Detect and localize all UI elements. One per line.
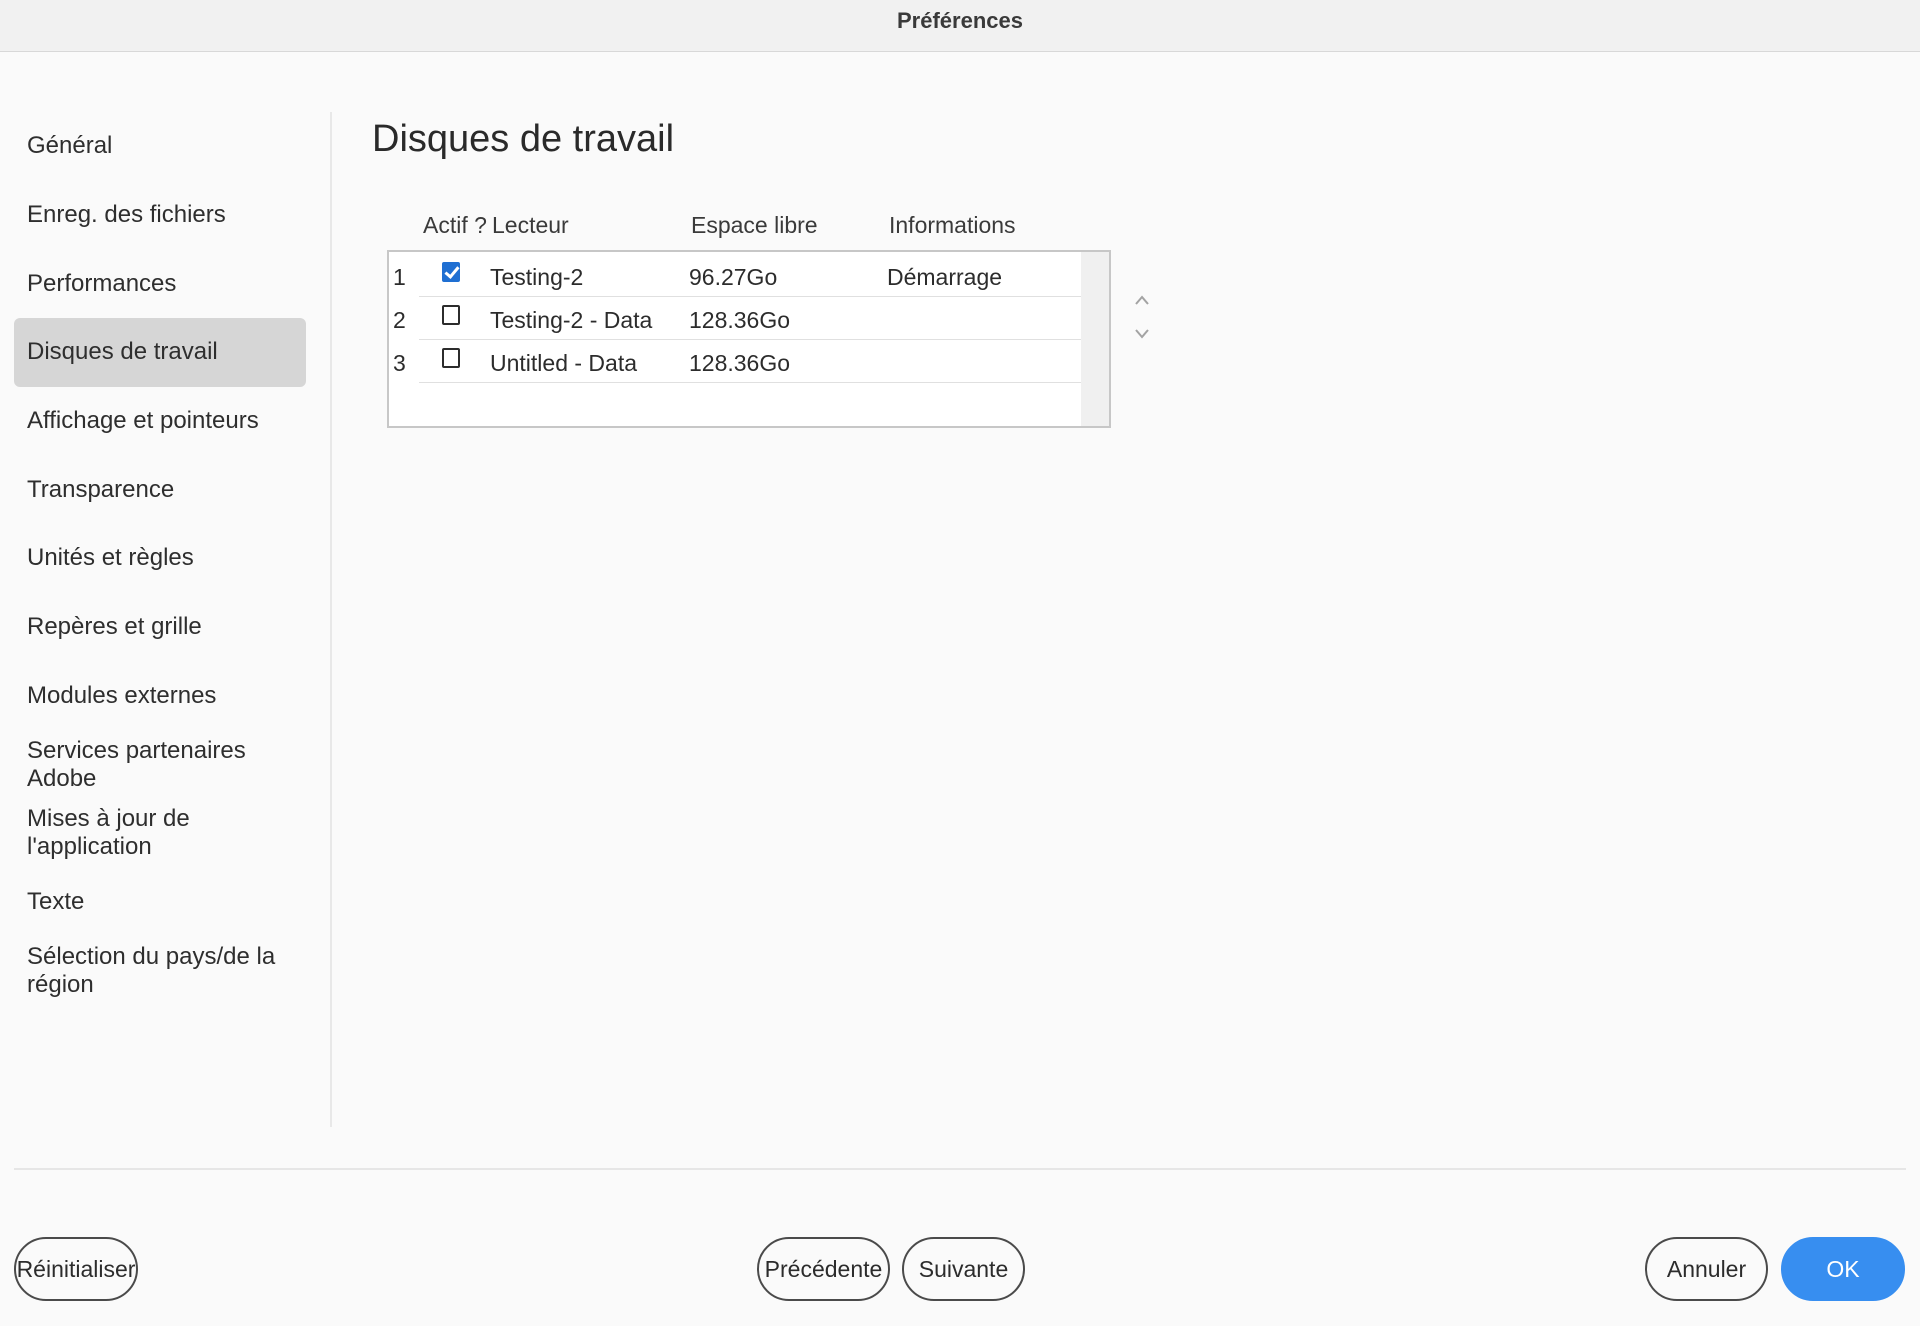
info-value: Démarrage — [887, 264, 1003, 290]
sidebar-item-general[interactable]: Général — [14, 112, 306, 181]
table-row[interactable]: 1 Testing-2 96.27Go Démarrage — [389, 254, 1083, 297]
table-row[interactable]: 3 Untitled - Data 128.36Go — [389, 340, 1083, 383]
column-header-drive[interactable]: Lecteur — [492, 212, 569, 239]
reset-button[interactable]: Réinitialiser — [14, 1237, 138, 1301]
sidebar-item-scratch-disks[interactable]: Disques de travail — [14, 318, 306, 387]
table-row[interactable]: 2 Testing-2 - Data 128.36Go — [389, 297, 1083, 340]
window-title: Préférences — [0, 0, 1920, 52]
row-divider — [419, 382, 1083, 383]
row-index: 1 — [393, 264, 406, 290]
column-header-free-space[interactable]: Espace libre — [691, 212, 818, 239]
free-space-value: 96.27Go — [689, 264, 778, 290]
active-checkbox[interactable] — [442, 305, 460, 325]
active-checkbox[interactable] — [442, 262, 460, 282]
cancel-button[interactable]: Annuler — [1645, 1237, 1768, 1301]
move-down-button[interactable] — [1131, 323, 1153, 345]
sidebar-item-adobe-partner-services[interactable]: Services partenaires Adobe — [14, 730, 306, 799]
row-index: 3 — [393, 350, 406, 376]
drive-name: Untitled - Data — [490, 350, 638, 376]
footer-divider — [14, 1168, 1906, 1170]
sidebar-item-country-region[interactable]: Sélection du pays/de la région — [14, 936, 306, 1005]
sidebar: Général Enreg. des fichiers Performances… — [14, 112, 306, 1005]
sidebar-item-transparency[interactable]: Transparence — [14, 455, 306, 524]
sidebar-item-display-cursors[interactable]: Affichage et pointeurs — [14, 387, 306, 456]
page-title: Disques de travail — [372, 118, 675, 160]
sidebar-item-text[interactable]: Texte — [14, 868, 306, 937]
sidebar-item-file-handling[interactable]: Enreg. des fichiers — [14, 181, 306, 250]
active-checkbox[interactable] — [442, 348, 460, 368]
sidebar-item-performance[interactable]: Performances — [14, 249, 306, 318]
sidebar-item-plugins[interactable]: Modules externes — [14, 662, 306, 731]
row-index: 2 — [393, 307, 406, 333]
sidebar-item-app-updates[interactable]: Mises à jour de l'application — [14, 799, 306, 868]
sidebar-item-guides-grid[interactable]: Repères et grille — [14, 593, 306, 662]
previous-button[interactable]: Précédente — [757, 1237, 890, 1301]
ok-button[interactable]: OK — [1781, 1237, 1905, 1301]
free-space-value: 128.36Go — [689, 350, 791, 376]
sidebar-divider — [330, 112, 332, 1127]
table-scrollbar[interactable] — [1081, 252, 1109, 426]
move-up-button[interactable] — [1131, 289, 1153, 311]
free-space-value: 128.36Go — [689, 307, 791, 333]
drive-name: Testing-2 - Data — [490, 307, 653, 333]
scratch-disk-table: 1 Testing-2 96.27Go Démarrage 2 Testing-… — [387, 250, 1111, 428]
chevron-down-icon — [1135, 329, 1149, 339]
chevron-up-icon — [1135, 295, 1149, 305]
column-header-info[interactable]: Informations — [889, 212, 1016, 239]
sidebar-item-units-rulers[interactable]: Unités et règles — [14, 524, 306, 593]
next-button[interactable]: Suivante — [902, 1237, 1025, 1301]
drive-name: Testing-2 — [490, 264, 584, 290]
column-header-active[interactable]: Actif ? — [423, 212, 487, 239]
